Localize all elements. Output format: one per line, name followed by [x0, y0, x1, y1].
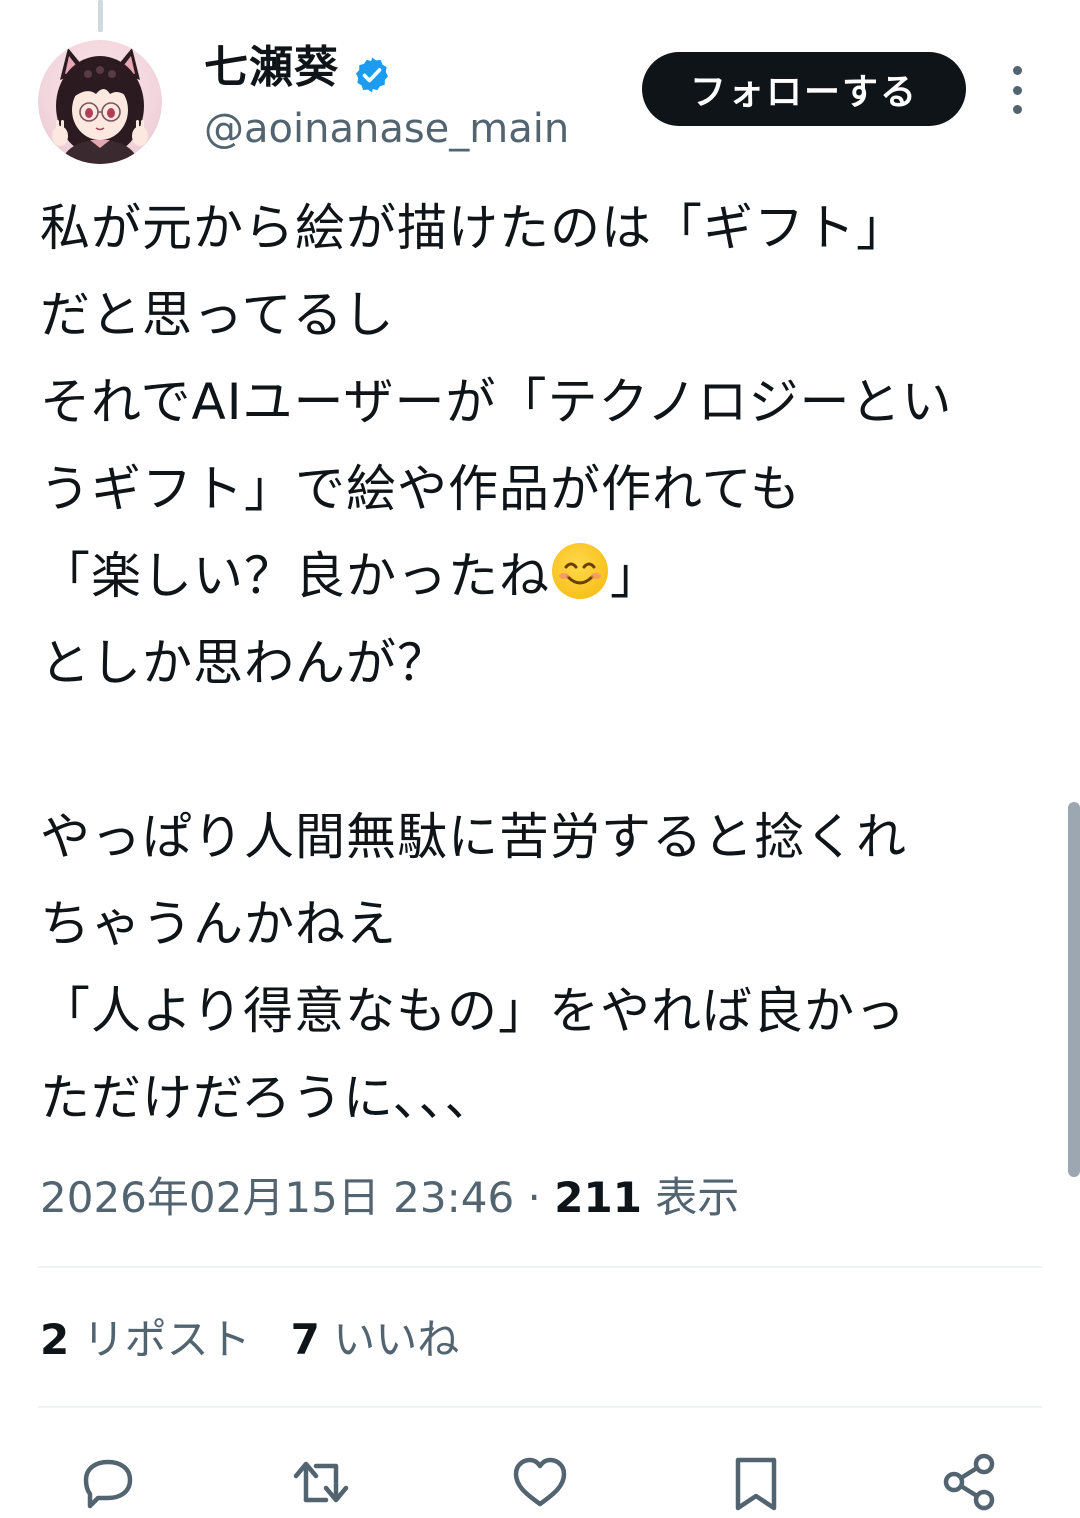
tweet-line: やっぱり人間無駄に苦労すると捻くれ	[40, 808, 907, 866]
divider	[38, 1266, 1042, 1268]
tweet-line: それでAIユーザーが「テクノロジーとい	[40, 373, 953, 431]
tweet-line: ただけだろうに、、、	[40, 1069, 496, 1127]
tweet-line: うギフト」で絵や作品が作れても	[40, 460, 801, 518]
avatar[interactable]	[38, 40, 162, 164]
divider	[38, 1406, 1042, 1408]
reply-icon[interactable]	[76, 1450, 140, 1514]
reposts-stat[interactable]: 2 リポスト	[40, 1315, 251, 1364]
views-label: 表示	[655, 1173, 740, 1222]
views-count: 211	[554, 1173, 642, 1222]
like-icon[interactable]	[508, 1450, 572, 1514]
author-handle[interactable]: @aoinanase_main	[204, 104, 569, 154]
tweet-line: ちゃうんかねえ	[40, 895, 397, 953]
action-bar	[0, 1440, 1080, 1511]
bookmark-icon[interactable]	[724, 1450, 788, 1514]
likes-count: 7	[290, 1315, 320, 1364]
smiling-face-emoji-icon	[552, 543, 608, 599]
meta-separator: ·	[527, 1173, 541, 1222]
avatar-image	[52, 48, 148, 164]
thread-connector-line	[98, 0, 103, 32]
share-icon[interactable]	[938, 1450, 1002, 1514]
tweet-line: としか思わんが？	[40, 634, 448, 692]
verified-badge-icon	[356, 57, 388, 93]
engagement-stats: 2 リポスト 7 いいね	[40, 1312, 459, 1368]
scrollbar[interactable]	[1068, 802, 1080, 1177]
tweet-line: 「楽しい？良かったね	[40, 547, 550, 605]
reposts-label: リポスト	[82, 1315, 251, 1364]
tweet-line: 「人より得意なもの」をやれば良かっ	[40, 982, 906, 1040]
retweet-icon[interactable]	[290, 1450, 354, 1514]
tweet-line: 」	[610, 547, 661, 605]
more-options-icon[interactable]	[1004, 66, 1030, 114]
tweet-text: 私が元から絵が描けたのは「ギフト」 だと思ってるし それでAIユーザーが「テクノ…	[40, 185, 1050, 1142]
reposts-count: 2	[40, 1315, 70, 1364]
follow-button[interactable]: フォローする	[642, 52, 966, 126]
tweet-line: だと思ってるし	[40, 286, 395, 344]
tweet-meta: 2026年02月15日 23:46 · 211 表示	[40, 1170, 739, 1226]
author-display-name[interactable]: 七瀬葵	[204, 40, 339, 96]
likes-label: いいね	[333, 1315, 460, 1364]
timestamp[interactable]: 2026年02月15日 23:46	[40, 1173, 514, 1222]
likes-stat[interactable]: 7 いいね	[291, 1315, 460, 1364]
tweet-line: 私が元から絵が描けたのは「ギフト」	[40, 199, 907, 257]
